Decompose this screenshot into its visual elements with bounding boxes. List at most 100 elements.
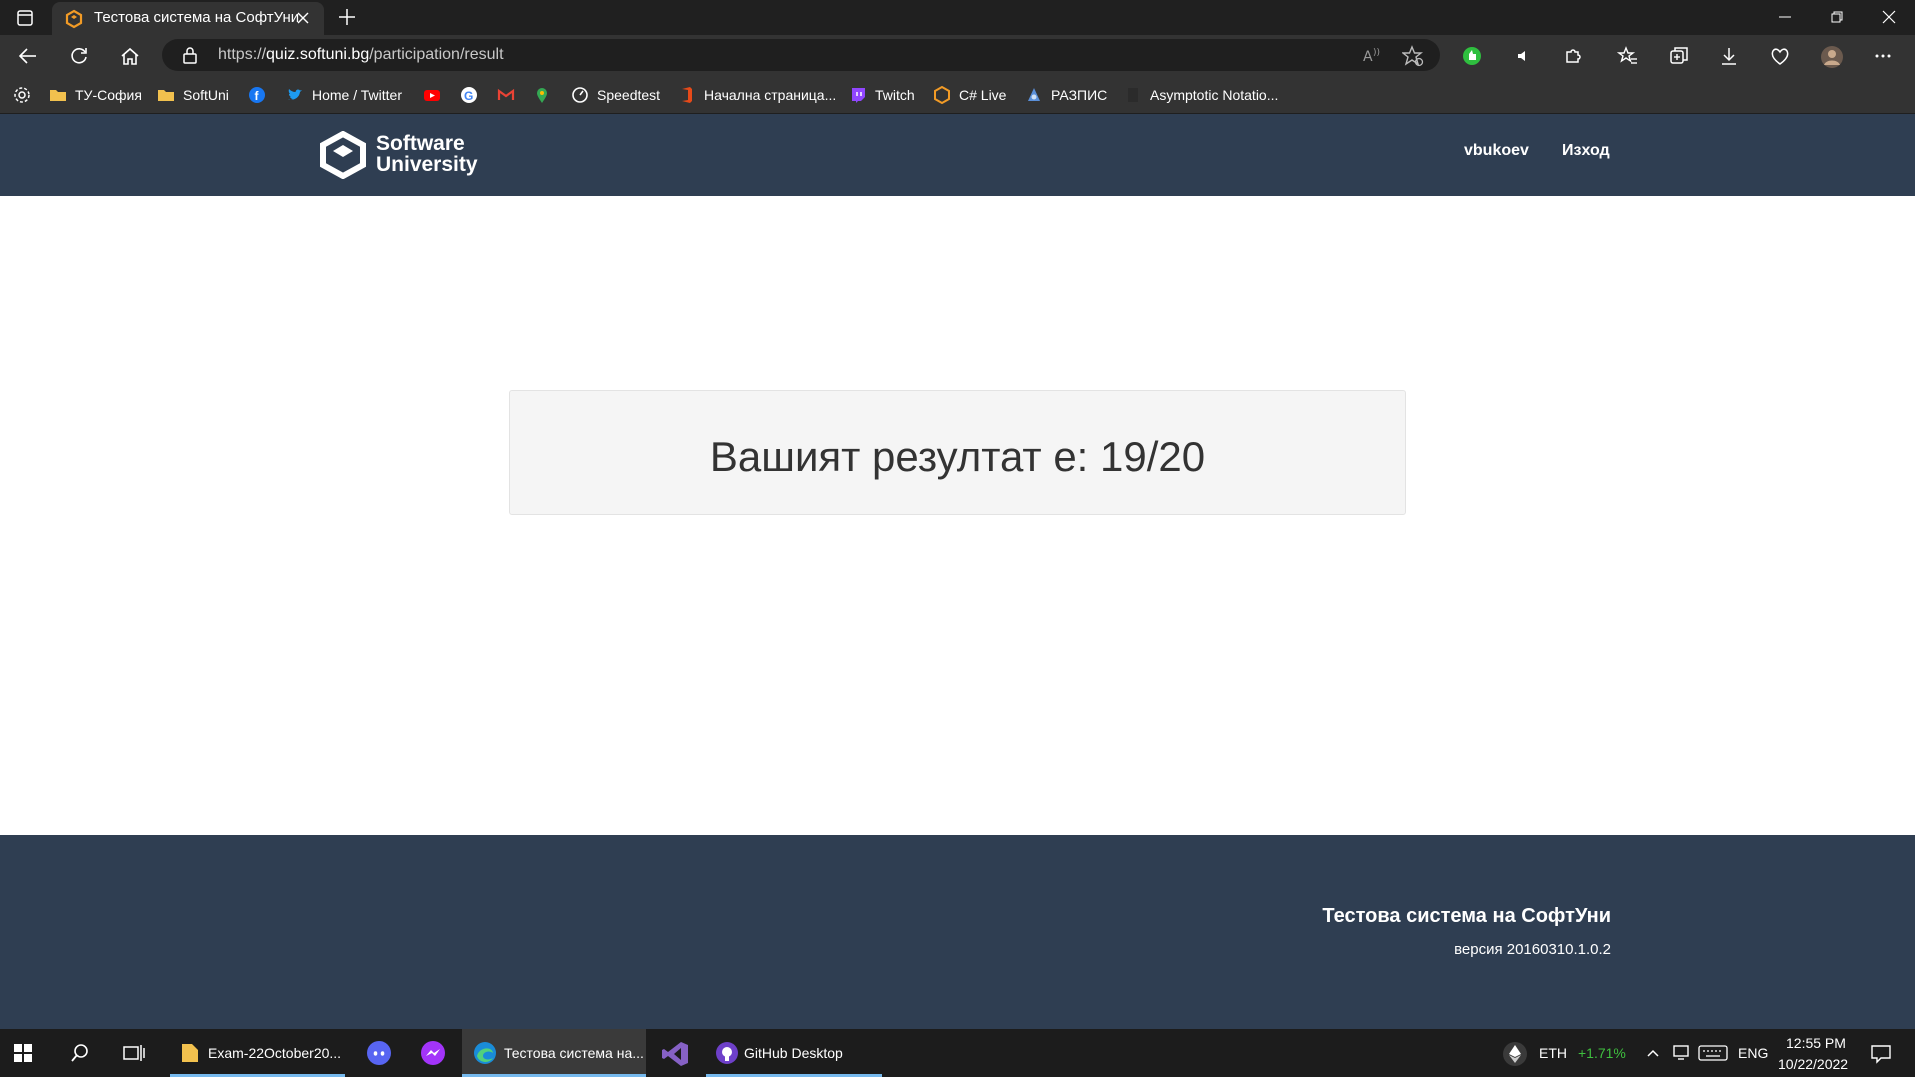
- folder-icon: [50, 90, 66, 101]
- bookmark-label: Начална страница...: [704, 87, 837, 103]
- bookmark-office-home[interactable]: Начална страница...: [678, 85, 836, 105]
- search-button[interactable]: [56, 1029, 104, 1077]
- clock-date[interactable]: 10/22/2022: [1778, 1056, 1848, 1072]
- back-arrow-icon: [18, 48, 36, 64]
- site-header: Software University vbukoev Изход: [0, 114, 1915, 196]
- taskbar-app-discord[interactable]: [356, 1029, 402, 1077]
- twitter-icon: [288, 89, 302, 100]
- svg-text:)): )): [1373, 48, 1380, 58]
- downloads-button[interactable]: [1714, 41, 1744, 71]
- favorites-star-icon: [1617, 46, 1637, 64]
- gmail-icon: [497, 88, 515, 100]
- logo-line-1: Software: [376, 132, 465, 155]
- new-tab-icon[interactable]: [334, 4, 360, 30]
- bookmark-speedtest[interactable]: Speedtest: [571, 85, 660, 105]
- settings-more-button[interactable]: [1868, 41, 1898, 71]
- bookmarks-settings-gear-icon[interactable]: [12, 85, 32, 105]
- windows-logo-icon: [14, 1044, 32, 1062]
- softuni-logo[interactable]: Software University: [318, 131, 478, 179]
- bookmark-maps[interactable]: [533, 85, 551, 105]
- office-icon: [682, 87, 692, 103]
- url-path: /participation/result: [369, 46, 504, 63]
- taskbar-app-explorer[interactable]: Exam-22October20...: [170, 1029, 345, 1077]
- result-score-text: Вашият резултат е: 19/20: [709, 433, 1206, 480]
- performance-button[interactable]: [1765, 41, 1795, 71]
- crypto-change: +1.71%: [1578, 1045, 1626, 1061]
- taskbar-app-label: Тестова система на...: [504, 1045, 644, 1061]
- show-hidden-icons-chevron-icon[interactable]: [1646, 1047, 1660, 1059]
- url-scheme: https://: [218, 46, 267, 63]
- browser-titlebar: Тестова система на СофтУни: [0, 0, 1915, 35]
- bookmark-gmail[interactable]: [497, 85, 515, 105]
- edge-browser-icon: [474, 1042, 496, 1064]
- close-tab-icon[interactable]: [292, 7, 314, 29]
- bookmark-youtube[interactable]: [423, 85, 441, 105]
- restore-button[interactable]: [1810, 0, 1864, 33]
- start-button[interactable]: [0, 1029, 48, 1077]
- taskbar-app-github-desktop[interactable]: GitHub Desktop: [706, 1029, 882, 1077]
- url-host: quiz.softuni.bg: [266, 46, 370, 63]
- url-text[interactable]: https://quiz.softuni.bg/participation/re…: [218, 46, 504, 64]
- browser-tab-active[interactable]: Тестова система на СофтУни: [52, 2, 324, 35]
- youtube-icon: [424, 90, 440, 101]
- input-language[interactable]: ENG: [1738, 1045, 1768, 1061]
- ethereum-icon[interactable]: [1502, 1041, 1528, 1067]
- favorites-button[interactable]: [1613, 41, 1643, 71]
- keyboard-icon[interactable]: [1698, 1044, 1728, 1062]
- nav-logout-link[interactable]: Изход: [1562, 142, 1610, 160]
- tab-actions-icon[interactable]: [14, 7, 36, 29]
- footer-title: Тестова система на СофтУни: [1322, 905, 1611, 927]
- profile-button[interactable]: [1816, 41, 1846, 71]
- extensions-button[interactable]: [1558, 41, 1588, 71]
- collections-button[interactable]: [1664, 41, 1694, 71]
- close-icon: [1882, 10, 1896, 24]
- site-footer: Тестова система на СофтУни версия 201603…: [0, 835, 1915, 1029]
- minimize-icon: [1779, 16, 1791, 18]
- bookmark-twitch[interactable]: Twitch: [849, 85, 915, 105]
- speaker-icon: [1518, 51, 1525, 61]
- search-icon: [71, 1044, 88, 1062]
- refresh-button[interactable]: [64, 41, 94, 71]
- lock-icon[interactable]: [182, 46, 198, 64]
- crypto-ticker[interactable]: ETH: [1539, 1045, 1567, 1061]
- bookmark-tu-sofia[interactable]: ТУ-София: [49, 85, 142, 105]
- back-button[interactable]: [13, 41, 43, 71]
- bookmark-facebook[interactable]: f: [248, 85, 266, 105]
- network-icon[interactable]: [1672, 1044, 1692, 1062]
- bookmark-asymptotic[interactable]: Asymptotic Notatio...: [1124, 85, 1278, 105]
- bookmark-label: C# Live: [959, 87, 1007, 103]
- read-aloud-icon[interactable]: A)): [1362, 46, 1382, 64]
- tab-title: Тестова система на СофтУни: [94, 9, 300, 26]
- taskbar-app-edge[interactable]: Тестова система на...: [462, 1029, 646, 1077]
- bookmark-google[interactable]: G: [460, 85, 478, 105]
- clock-time[interactable]: 12:55 PM: [1786, 1035, 1846, 1051]
- close-window-button[interactable]: [1862, 0, 1915, 33]
- bookmark-label: Twitch: [875, 87, 915, 103]
- svg-text:G: G: [464, 89, 473, 103]
- taskbar-app-label: Exam-22October20...: [208, 1045, 342, 1061]
- taskbar-app-label: GitHub Desktop: [744, 1045, 843, 1061]
- bookmark-csharp-live[interactable]: C# Live: [933, 85, 1006, 105]
- task-view-button[interactable]: [110, 1029, 158, 1077]
- home-button[interactable]: [115, 41, 145, 71]
- maps-icon: [537, 88, 547, 103]
- extension-green-button[interactable]: [1457, 41, 1487, 71]
- extension-speaker-button[interactable]: [1508, 41, 1538, 71]
- bookmark-twitter[interactable]: Home / Twitter: [286, 85, 402, 105]
- softuni-icon: [934, 86, 950, 104]
- task-view-icon: [123, 1045, 145, 1061]
- nav-username-link[interactable]: vbukoev: [1464, 142, 1529, 160]
- address-bar[interactable]: https://quiz.softuni.bg/participation/re…: [162, 39, 1440, 71]
- puzzle-icon: [1566, 49, 1581, 63]
- discord-icon: [367, 1041, 391, 1065]
- twitch-icon: [852, 88, 865, 103]
- bookmark-softuni[interactable]: SoftUni: [157, 85, 229, 105]
- bookmark-raspis[interactable]: РАЗПИС: [1025, 85, 1107, 105]
- taskbar-app-messenger[interactable]: [410, 1029, 456, 1077]
- taskbar-app-visual-studio[interactable]: [652, 1029, 698, 1077]
- refresh-icon: [71, 48, 87, 64]
- home-icon: [121, 47, 139, 65]
- minimize-button[interactable]: [1758, 0, 1812, 33]
- add-favorite-icon[interactable]: [1402, 45, 1424, 67]
- notifications-icon[interactable]: [1870, 1043, 1892, 1065]
